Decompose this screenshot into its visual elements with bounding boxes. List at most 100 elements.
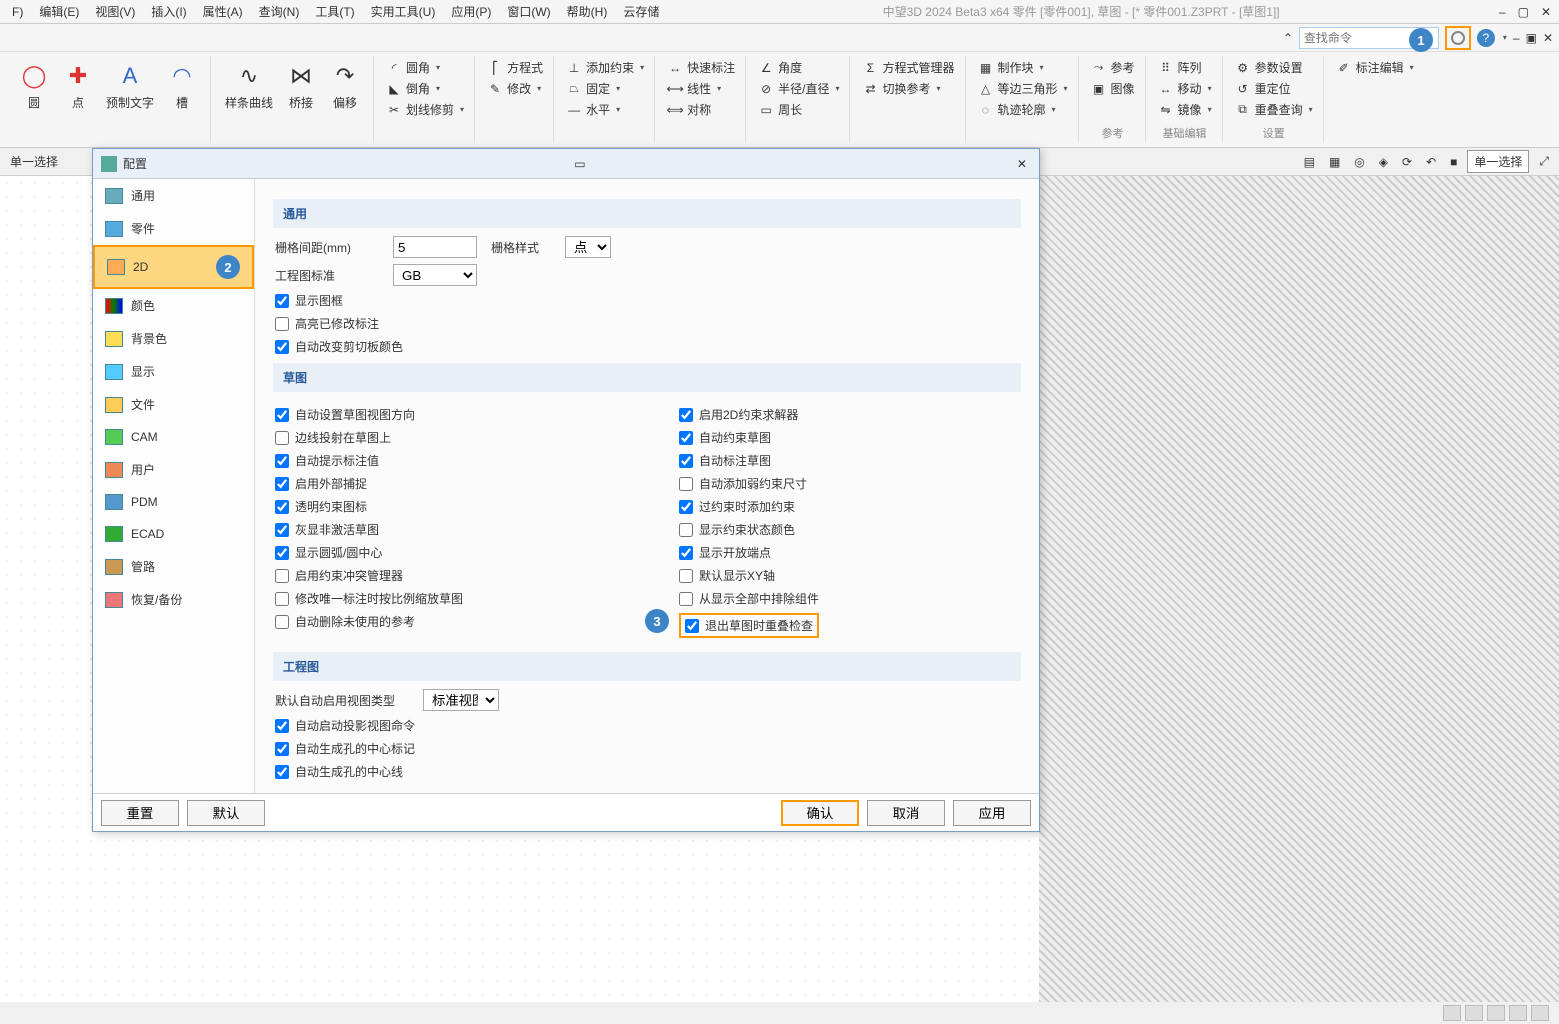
modify-button[interactable]: ✎修改▾ [485, 79, 545, 98]
angle-button[interactable]: ∠角度 [756, 58, 841, 77]
eq-manager-button[interactable]: Σ方程式管理器 [860, 58, 956, 77]
apply-button[interactable]: 应用 [953, 800, 1031, 826]
chamfer-button[interactable]: ◣倒角▾ [384, 79, 466, 98]
auto-del-unused-checkbox[interactable] [275, 615, 289, 629]
params-button[interactable]: ⚙参数设置 [1233, 58, 1315, 77]
over-add-checkbox[interactable] [679, 500, 693, 514]
menu-window[interactable]: 窗口(W) [499, 1, 558, 22]
window-close-icon[interactable]: ✕ [1543, 31, 1553, 45]
trace-outline-button[interactable]: ◌轨迹轮廓▾ [976, 100, 1070, 119]
nav-backup[interactable]: 恢复/备份 [93, 583, 254, 616]
make-block-button[interactable]: ▦制作块▾ [976, 58, 1070, 77]
equation-button[interactable]: ⎡方程式 [485, 58, 545, 77]
horizontal-button[interactable]: —水平▾ [564, 100, 646, 119]
auto-clip-color-checkbox[interactable] [275, 340, 289, 354]
auto-hole-mark-checkbox[interactable] [275, 742, 289, 756]
auto-constrain-checkbox[interactable] [679, 431, 693, 445]
auto-hole-line-checkbox[interactable] [275, 765, 289, 779]
nav-color[interactable]: 颜色 [93, 289, 254, 322]
menu-attr[interactable]: 属性(A) [195, 1, 251, 22]
window-restore-icon[interactable]: ▣ [1526, 31, 1537, 45]
menu-tools[interactable]: 工具(T) [307, 1, 362, 22]
spline-button[interactable]: ∿样条曲线 [221, 58, 277, 113]
overlap-query-button[interactable]: ⧉重叠查询▾ [1233, 100, 1315, 119]
mirror-button[interactable]: ⇋镜像▾ [1156, 100, 1214, 119]
reference-button[interactable]: ⤳参考 [1089, 58, 1137, 77]
gray-inactive-checkbox[interactable] [275, 523, 289, 537]
tb-icon-2[interactable]: ▦ [1325, 153, 1344, 171]
nav-cam[interactable]: CAM [93, 421, 254, 453]
menu-query[interactable]: 查询(N) [251, 1, 308, 22]
perimeter-button[interactable]: ▭周长 [756, 100, 841, 119]
tb-icon-5[interactable]: ⟳ [1398, 153, 1416, 171]
dialog-close-icon[interactable]: ✕ [1013, 157, 1031, 171]
trim-button[interactable]: ✂划线修剪▾ [384, 100, 466, 119]
help-dropdown-icon[interactable]: ▾ [1503, 33, 1507, 42]
text-button[interactable]: A预制文字 [102, 58, 158, 113]
tb-icon-3[interactable]: ◎ [1350, 153, 1368, 171]
enable-2d-solver-checkbox[interactable] [679, 408, 693, 422]
cancel-button[interactable]: 取消 [867, 800, 945, 826]
nav-2d[interactable]: 2D2 [93, 245, 254, 289]
offset-button[interactable]: ↷偏移 [325, 58, 365, 113]
close-icon[interactable]: ✕ [1537, 5, 1555, 19]
auto-weak-checkbox[interactable] [679, 477, 693, 491]
auto-sketch-dir-checkbox[interactable] [275, 408, 289, 422]
image-button[interactable]: ▣图像 [1089, 79, 1137, 98]
linear-button[interactable]: ⟷线性▾ [665, 79, 737, 98]
maximize-icon[interactable]: ▢ [1514, 5, 1533, 19]
tb-icon-4[interactable]: ◈ [1375, 153, 1392, 171]
dim-edit-button[interactable]: ✐标注编辑▾ [1334, 58, 1416, 77]
symmetric-button[interactable]: ⟺对称 [665, 100, 737, 119]
bridge-button[interactable]: ⋈桥接 [281, 58, 321, 113]
auto-proj-cmd-checkbox[interactable] [275, 719, 289, 733]
toggle-ref-button[interactable]: ⇄切换参考▾ [860, 79, 956, 98]
tb-icon-7[interactable]: ■ [1446, 153, 1461, 171]
show-open-end-checkbox[interactable] [679, 546, 693, 560]
menu-edit[interactable]: 编辑(E) [31, 1, 87, 22]
add-constraint-button[interactable]: ⊥添加约束▾ [564, 58, 646, 77]
grid-style-select[interactable]: 点 [565, 236, 611, 258]
tb-icon-8[interactable]: ⤢ [1535, 152, 1553, 171]
slot-button[interactable]: ◠槽 [162, 58, 202, 113]
menu-app[interactable]: 应用(P) [443, 1, 499, 22]
dialog-popup-icon[interactable]: ▭ [570, 157, 589, 171]
quick-dim-button[interactable]: ↔快速标注 [665, 58, 737, 77]
tb-icon-6[interactable]: ↶ [1422, 153, 1440, 171]
edge-proj-checkbox[interactable] [275, 431, 289, 445]
move-button[interactable]: ↔移动▾ [1156, 79, 1214, 98]
conflict-mgr-checkbox[interactable] [275, 569, 289, 583]
auto-dim-checkbox[interactable] [679, 454, 693, 468]
fixed-button[interactable]: ⏢固定▾ [564, 79, 646, 98]
reset-button[interactable]: 重置 [101, 800, 179, 826]
default-xy-checkbox[interactable] [679, 569, 693, 583]
nav-part[interactable]: 零件 [93, 212, 254, 245]
collapse-ribbon-icon[interactable]: ⌃ [1283, 31, 1293, 45]
default-button[interactable]: 默认 [187, 800, 265, 826]
pattern-button[interactable]: ⠿阵列 [1156, 58, 1214, 77]
point-button[interactable]: ✚点 [58, 58, 98, 113]
exclude-showall-checkbox[interactable] [679, 592, 693, 606]
circle-button[interactable]: ◯圆 [14, 58, 54, 113]
default-view-type-select[interactable]: 标准视图 [423, 689, 499, 711]
settings-button[interactable] [1445, 26, 1471, 50]
status-icon-4[interactable] [1509, 1005, 1527, 1021]
ext-snap-checkbox[interactable] [275, 477, 289, 491]
nav-bg[interactable]: 背景色 [93, 322, 254, 355]
tb-icon-1[interactable]: ▤ [1300, 153, 1319, 171]
nav-display[interactable]: 显示 [93, 355, 254, 388]
nav-file[interactable]: 文件 [93, 388, 254, 421]
exit-overlap-checkbox[interactable] [685, 619, 699, 633]
minimize-icon[interactable]: – [1495, 5, 1510, 19]
mod-unique-scale-checkbox[interactable] [275, 592, 289, 606]
status-icon-2[interactable] [1465, 1005, 1483, 1021]
highlight-mod-checkbox[interactable] [275, 317, 289, 331]
nav-user[interactable]: 用户 [93, 453, 254, 486]
ok-button[interactable]: 确认 [781, 800, 859, 826]
nav-general[interactable]: 通用 [93, 179, 254, 212]
menu-util[interactable]: 实用工具(U) [363, 1, 444, 22]
nav-pdm[interactable]: PDM [93, 486, 254, 518]
auto-hint-checkbox[interactable] [275, 454, 289, 468]
draw-std-select[interactable]: GB [393, 264, 477, 286]
status-icon-1[interactable] [1443, 1005, 1461, 1021]
